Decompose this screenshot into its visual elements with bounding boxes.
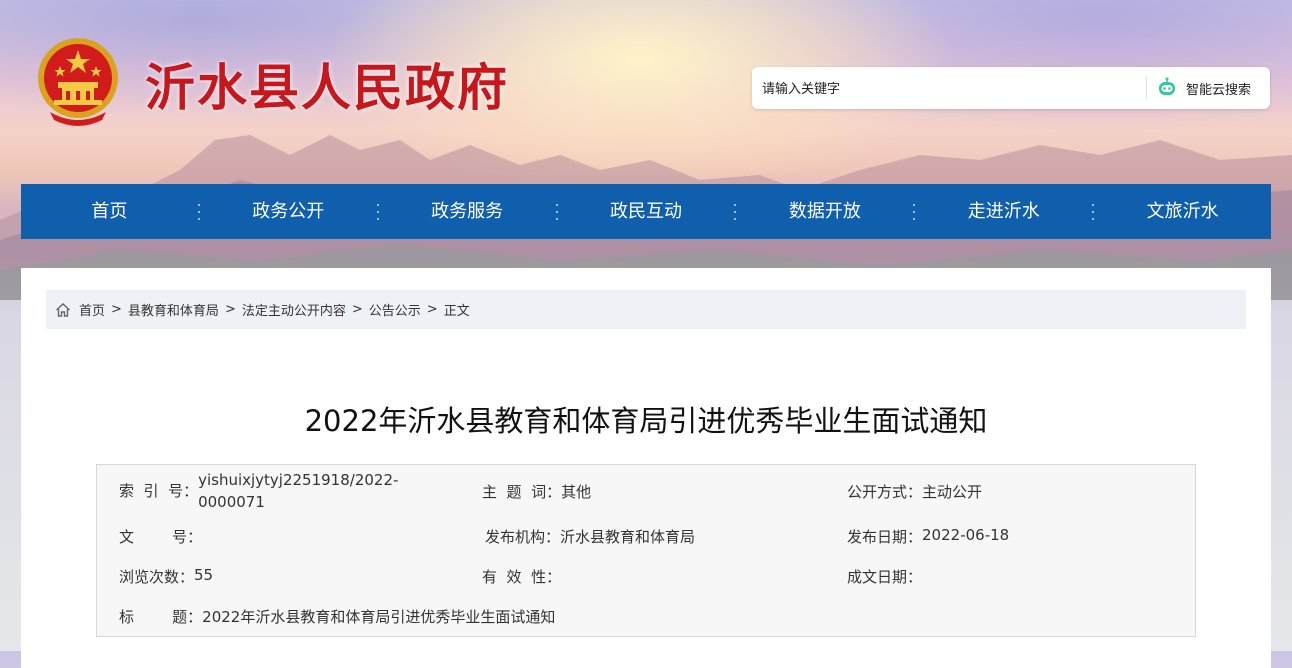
breadcrumb-home[interactable]: 首页 bbox=[79, 300, 105, 319]
robot-icon bbox=[1159, 77, 1175, 95]
nav-item-interaction[interactable]: 政民互动 bbox=[558, 184, 735, 239]
meta-index-value: yishuixjytyj2251918/2022- 0000071 bbox=[198, 469, 398, 513]
meta-index-value-line2: 0000071 bbox=[198, 493, 265, 511]
meta-subject-value: 其他 bbox=[561, 483, 592, 501]
meta-pubdate-value: 2022-06-18 bbox=[922, 526, 1010, 544]
meta-title-value: 2022年沂水县教育和体育局引进优秀毕业生面试通知 bbox=[202, 608, 556, 626]
breadcrumb-separator: > bbox=[351, 302, 363, 317]
meta-pubdate-label: 发布日期： bbox=[847, 528, 923, 546]
nav-item-gov-services[interactable]: 政务服务 bbox=[379, 184, 556, 239]
home-icon bbox=[56, 302, 70, 317]
meta-pubdate: 发布日期： 2022-06-18 bbox=[847, 526, 1009, 547]
search-box: 智能云搜索 bbox=[752, 67, 1270, 109]
meta-disclosure: 公开方式： 主动公开 bbox=[847, 481, 982, 502]
breadcrumb-public-content[interactable]: 法定主动公开内容 bbox=[242, 300, 346, 319]
nav-item-home[interactable]: 首页 bbox=[21, 184, 198, 239]
national-emblem-icon bbox=[38, 38, 118, 126]
site-title: 沂水县人民政府 bbox=[145, 58, 509, 117]
meta-title: 标 题： 2022年沂水县教育和体育局引进优秀毕业生面试通知 bbox=[119, 606, 555, 627]
meta-publisher-value: 沂水县教育和体育局 bbox=[560, 528, 696, 546]
meta-disclosure-label: 公开方式： bbox=[847, 483, 923, 501]
meta-views-value: 55 bbox=[194, 566, 214, 584]
nav-item-about-yishui[interactable]: 走进沂水 bbox=[915, 184, 1092, 239]
meta-validity-label: 有 效 性： bbox=[482, 568, 562, 586]
smart-search-label: 智能云搜索 bbox=[1186, 82, 1252, 98]
metadata-box: 索 引 号： yishuixjytyj2251918/2022- 0000071… bbox=[96, 464, 1196, 637]
breadcrumb-separator: > bbox=[426, 302, 438, 317]
meta-docno-label: 文 号： bbox=[119, 528, 203, 546]
meta-subject-label: 主 题 词： bbox=[482, 483, 562, 501]
meta-index: 索 引 号： yishuixjytyj2251918/2022- 0000071 bbox=[119, 471, 398, 513]
meta-title-label: 标 题： bbox=[119, 608, 203, 626]
meta-disclosure-value: 主动公开 bbox=[922, 483, 983, 501]
main-nav: 首页 政务公开 政务服务 政民互动 数据开放 走进沂水 文旅沂水 bbox=[21, 184, 1271, 239]
search-input[interactable] bbox=[760, 73, 1144, 105]
breadcrumb-separator: > bbox=[111, 302, 122, 317]
smart-search-button[interactable]: 智能云搜索 bbox=[1152, 67, 1270, 109]
nav-item-gov-affairs-public[interactable]: 政务公开 bbox=[200, 184, 377, 239]
nav-item-culture-tourism[interactable]: 文旅沂水 bbox=[1094, 184, 1271, 239]
meta-views-label: 浏览次数： bbox=[119, 568, 195, 586]
meta-created: 成文日期： bbox=[847, 566, 922, 587]
meta-validity: 有 效 性： bbox=[482, 566, 561, 587]
meta-created-label: 成文日期： bbox=[847, 568, 923, 586]
meta-index-label: 索 引 号： bbox=[119, 482, 199, 500]
meta-index-value-line1: yishuixjytyj2251918/2022- bbox=[198, 471, 399, 489]
search-divider bbox=[1146, 77, 1147, 99]
article-title: 2022年沂水县教育和体育局引进优秀毕业生面试通知 bbox=[304, 404, 988, 438]
breadcrumb-education-bureau[interactable]: 县教育和体育局 bbox=[128, 300, 219, 319]
nav-item-open-data[interactable]: 数据开放 bbox=[736, 184, 913, 239]
meta-views: 浏览次数： 55 bbox=[119, 566, 213, 587]
meta-publisher: 发布机构： 沂水县教育和体育局 bbox=[485, 526, 695, 547]
breadcrumb-announcements[interactable]: 公告公示 bbox=[369, 300, 421, 319]
meta-docno: 文 号： bbox=[119, 526, 202, 547]
breadcrumb: 首页 > 县教育和体育局 > 法定主动公开内容 > 公告公示 > 正文 bbox=[46, 290, 1246, 329]
meta-publisher-label: 发布机构： bbox=[485, 528, 561, 546]
content-panel: 首页 > 县教育和体育局 > 法定主动公开内容 > 公告公示 > 正文 2022… bbox=[21, 268, 1271, 668]
breadcrumb-current: 正文 bbox=[443, 304, 470, 319]
breadcrumb-separator: > bbox=[224, 302, 236, 317]
meta-subject: 主 题 词： 其他 bbox=[482, 481, 591, 502]
